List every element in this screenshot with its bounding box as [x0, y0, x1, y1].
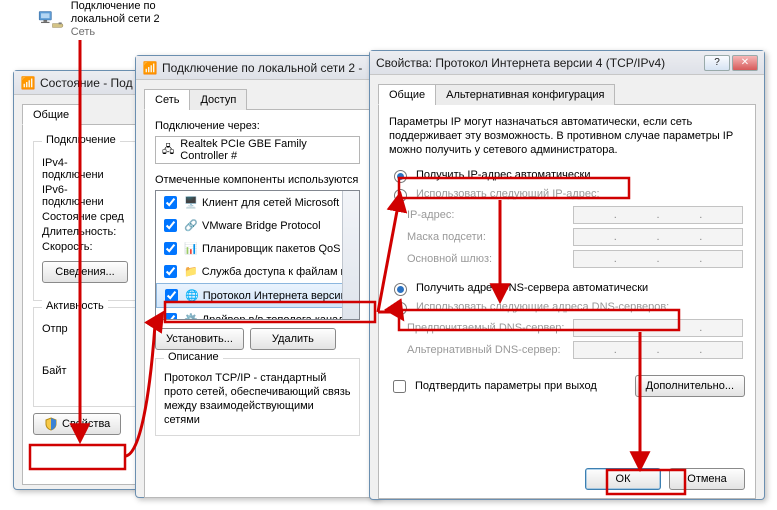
ipv4-icon: 🌐: [185, 289, 199, 302]
sent-row: Отпр: [42, 323, 129, 335]
tab-general[interactable]: Общие: [22, 104, 80, 125]
props-window-title: Подключение по локальной сети 2 -: [162, 61, 362, 75]
description-text: Протокол TCP/IP - стандартный прото сете…: [164, 371, 351, 427]
pref-dns-field: ...: [573, 319, 743, 337]
lan-mini-icon: 📶: [20, 75, 36, 91]
confirm-label: Подтвердить параметры при выход: [415, 380, 597, 392]
media-row: Состояние сред: [42, 211, 129, 223]
ok-button[interactable]: ОК: [585, 468, 661, 490]
adapter-name: Realtek PCIe GBE Family Controller #: [180, 138, 353, 162]
manual-dns-label: Использовать следующие адреса DNS-сервер…: [416, 301, 669, 313]
auto-dns-label: Получить адрес DNS-сервера автоматически: [416, 282, 648, 294]
alt-dns-field: ...: [573, 341, 743, 359]
adapter-readout: 🖧 Realtek PCIe GBE Family Controller #: [155, 136, 360, 164]
list-item: ⚙️Драйвер в/в тополога канально: [156, 308, 359, 320]
help-button[interactable]: ?: [704, 55, 730, 71]
list-item: 📊Планировщик пакетов QoS: [156, 237, 359, 260]
qos-icon: 📊: [184, 242, 198, 255]
checkbox[interactable]: [164, 265, 177, 278]
checkbox[interactable]: [164, 219, 177, 232]
tcpip-window-title: Свойства: Протокол Интернета версии 4 (T…: [376, 56, 665, 70]
shield-icon: [44, 417, 58, 431]
list-item: 📁Служба доступа к файлам и при: [156, 260, 359, 283]
checkbox[interactable]: [164, 242, 177, 255]
ip-label: IP-адрес:: [407, 209, 567, 221]
radio-auto-ip[interactable]: [394, 170, 407, 183]
confirm-checkbox[interactable]: [393, 380, 406, 393]
duration-row: Длительность:: [42, 226, 129, 238]
manual-ip-label: Использовать следующий IP-адрес:: [416, 188, 600, 200]
tab-alt-config[interactable]: Альтернативная конфигурация: [435, 84, 615, 105]
adapter-title: Подключение по локальной сети 2: [71, 0, 178, 26]
radio-manual-dns[interactable]: [394, 302, 407, 315]
tab-general[interactable]: Общие: [378, 84, 436, 105]
network-adapter-icon[interactable]: Подключение по локальной сети 2 Сеть: [38, 0, 178, 39]
install-button[interactable]: Установить...: [155, 328, 244, 350]
list-item-ipv4[interactable]: 🌐Протокол Интернета версии 4 (: [156, 283, 359, 308]
mask-field: ...: [573, 228, 743, 246]
lan-icon: [38, 2, 65, 38]
tcpip-titlebar[interactable]: Свойства: Протокол Интернета версии 4 (T…: [370, 51, 764, 75]
advanced-button[interactable]: Дополнительно...: [635, 375, 745, 397]
connect-via-label: Подключение через:: [155, 120, 360, 132]
radio-auto-dns[interactable]: [394, 283, 407, 296]
group-activity: Активность: [42, 300, 108, 312]
tcpip-window: Свойства: Протокол Интернета версии 4 (T…: [369, 50, 765, 500]
props-titlebar[interactable]: 📶 Подключение по локальной сети 2 -: [136, 56, 379, 80]
status-window-title: Состояние - Под: [40, 76, 133, 90]
list-item: 🔗VMware Bridge Protocol: [156, 214, 359, 237]
pref-dns-label: Предпочитаемый DNS-сервер:: [407, 322, 567, 334]
cancel-button[interactable]: Отмена: [669, 468, 745, 490]
adapter-subtitle: Сеть: [71, 26, 178, 39]
close-button[interactable]: ✕: [732, 55, 758, 71]
checkbox[interactable]: [164, 196, 177, 209]
radio-manual-ip[interactable]: [394, 189, 407, 202]
components-label: Отмеченные компоненты используются: [155, 174, 360, 186]
driver-icon: ⚙️: [184, 313, 198, 320]
share-icon: 📁: [184, 265, 198, 278]
gateway-field: ...: [573, 250, 743, 268]
speed-row: Скорость:: [42, 241, 129, 253]
tab-access[interactable]: Доступ: [189, 89, 247, 110]
nic-icon: 🖧: [162, 141, 174, 160]
remove-button[interactable]: Удалить: [250, 328, 336, 350]
client-icon: 🖥️: [184, 196, 198, 209]
list-item: 🖥️Клиент для сетей Microsoft: [156, 191, 359, 214]
gateway-label: Основной шлюз:: [407, 253, 567, 265]
details-button[interactable]: Сведения...: [42, 261, 128, 283]
ip-field: ...: [573, 206, 743, 224]
bytes-row: Байт: [42, 365, 129, 377]
properties-button[interactable]: Свойства: [33, 413, 121, 435]
auto-ip-label: Получить IP-адрес автоматически: [416, 169, 590, 181]
group-connection: Подключение: [42, 134, 120, 146]
tab-network[interactable]: Сеть: [144, 89, 190, 110]
checkbox[interactable]: [164, 313, 177, 320]
properties-button-label: Свойства: [62, 418, 110, 430]
ipv4-row: IPv4-подключени: [42, 157, 129, 181]
checkbox[interactable]: [165, 289, 178, 302]
adapter-properties-window: 📶 Подключение по локальной сети 2 - Сеть…: [135, 55, 380, 498]
lan-mini-icon: 📶: [142, 60, 158, 76]
components-list[interactable]: 🖥️Клиент для сетей Microsoft 🔗VMware Bri…: [155, 190, 360, 320]
bridge-icon: 🔗: [184, 219, 198, 232]
mask-label: Маска подсети:: [407, 231, 567, 243]
tcpip-hint: Параметры IP могут назначаться автоматич…: [389, 115, 745, 157]
ipv6-row: IPv6-подключени: [42, 184, 129, 208]
description-legend: Описание: [164, 351, 223, 363]
alt-dns-label: Альтернативный DNS-сервер:: [407, 344, 567, 356]
